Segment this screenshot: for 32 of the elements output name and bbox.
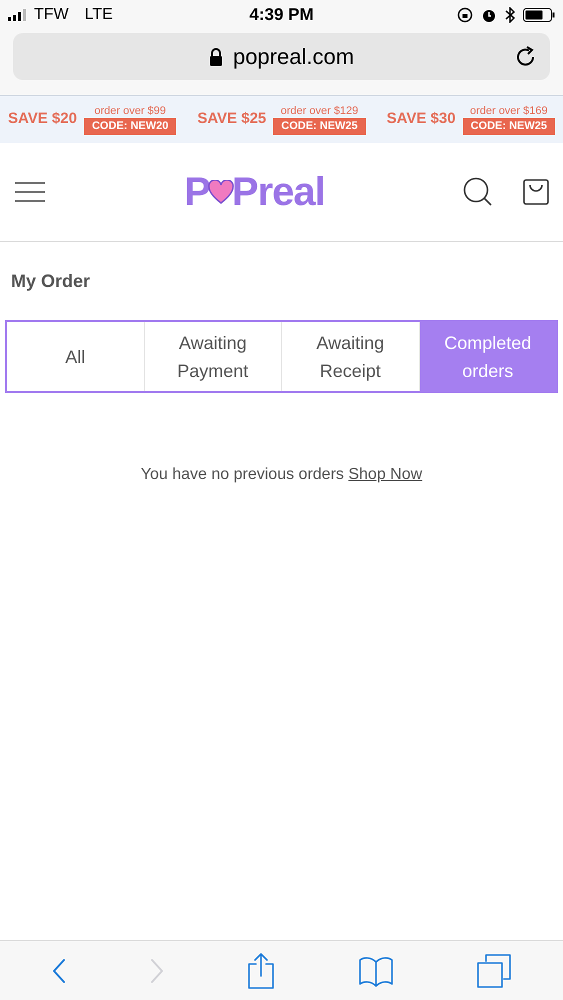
lock-icon xyxy=(208,48,223,66)
promo-condition: order over $169 xyxy=(470,104,548,118)
shopping-bag-icon[interactable] xyxy=(523,179,549,205)
network-label: LTE xyxy=(84,5,113,25)
address-bar[interactable]: popreal.com xyxy=(13,33,550,80)
alarm-icon xyxy=(481,7,497,23)
reload-icon[interactable] xyxy=(515,46,537,68)
logo-text: Preal xyxy=(232,172,325,212)
empty-orders-message: You have no previous orders Shop Now xyxy=(140,465,422,485)
shop-now-link[interactable]: Shop Now xyxy=(348,466,422,483)
menu-icon[interactable] xyxy=(14,181,46,203)
page-title: My Order xyxy=(11,270,92,293)
clock-time: 4:39 PM xyxy=(249,4,314,26)
promo-code: CODE: NEW25 xyxy=(462,118,555,134)
battery-icon xyxy=(523,8,555,22)
search-icon[interactable] xyxy=(463,177,493,207)
url-text: popreal.com xyxy=(232,43,354,71)
promo-code: CODE: NEW20 xyxy=(84,118,176,134)
bluetooth-icon xyxy=(505,7,515,23)
promo-amount: SAVE $20 xyxy=(8,109,77,130)
carrier-label: TFW xyxy=(34,5,69,25)
share-icon[interactable] xyxy=(247,952,276,990)
logo-letter: P xyxy=(184,172,210,212)
back-icon[interactable] xyxy=(51,956,68,984)
tabs-icon[interactable] xyxy=(476,952,512,988)
heart-icon xyxy=(208,180,234,204)
promo-condition: order over $99 xyxy=(94,104,166,118)
signal-icon xyxy=(8,9,28,21)
promo-amount: SAVE $30 xyxy=(386,109,456,130)
promo-code: CODE: NEW25 xyxy=(273,118,366,134)
promo-condition: order over $129 xyxy=(280,104,358,118)
promo-amount: SAVE $25 xyxy=(197,109,266,130)
